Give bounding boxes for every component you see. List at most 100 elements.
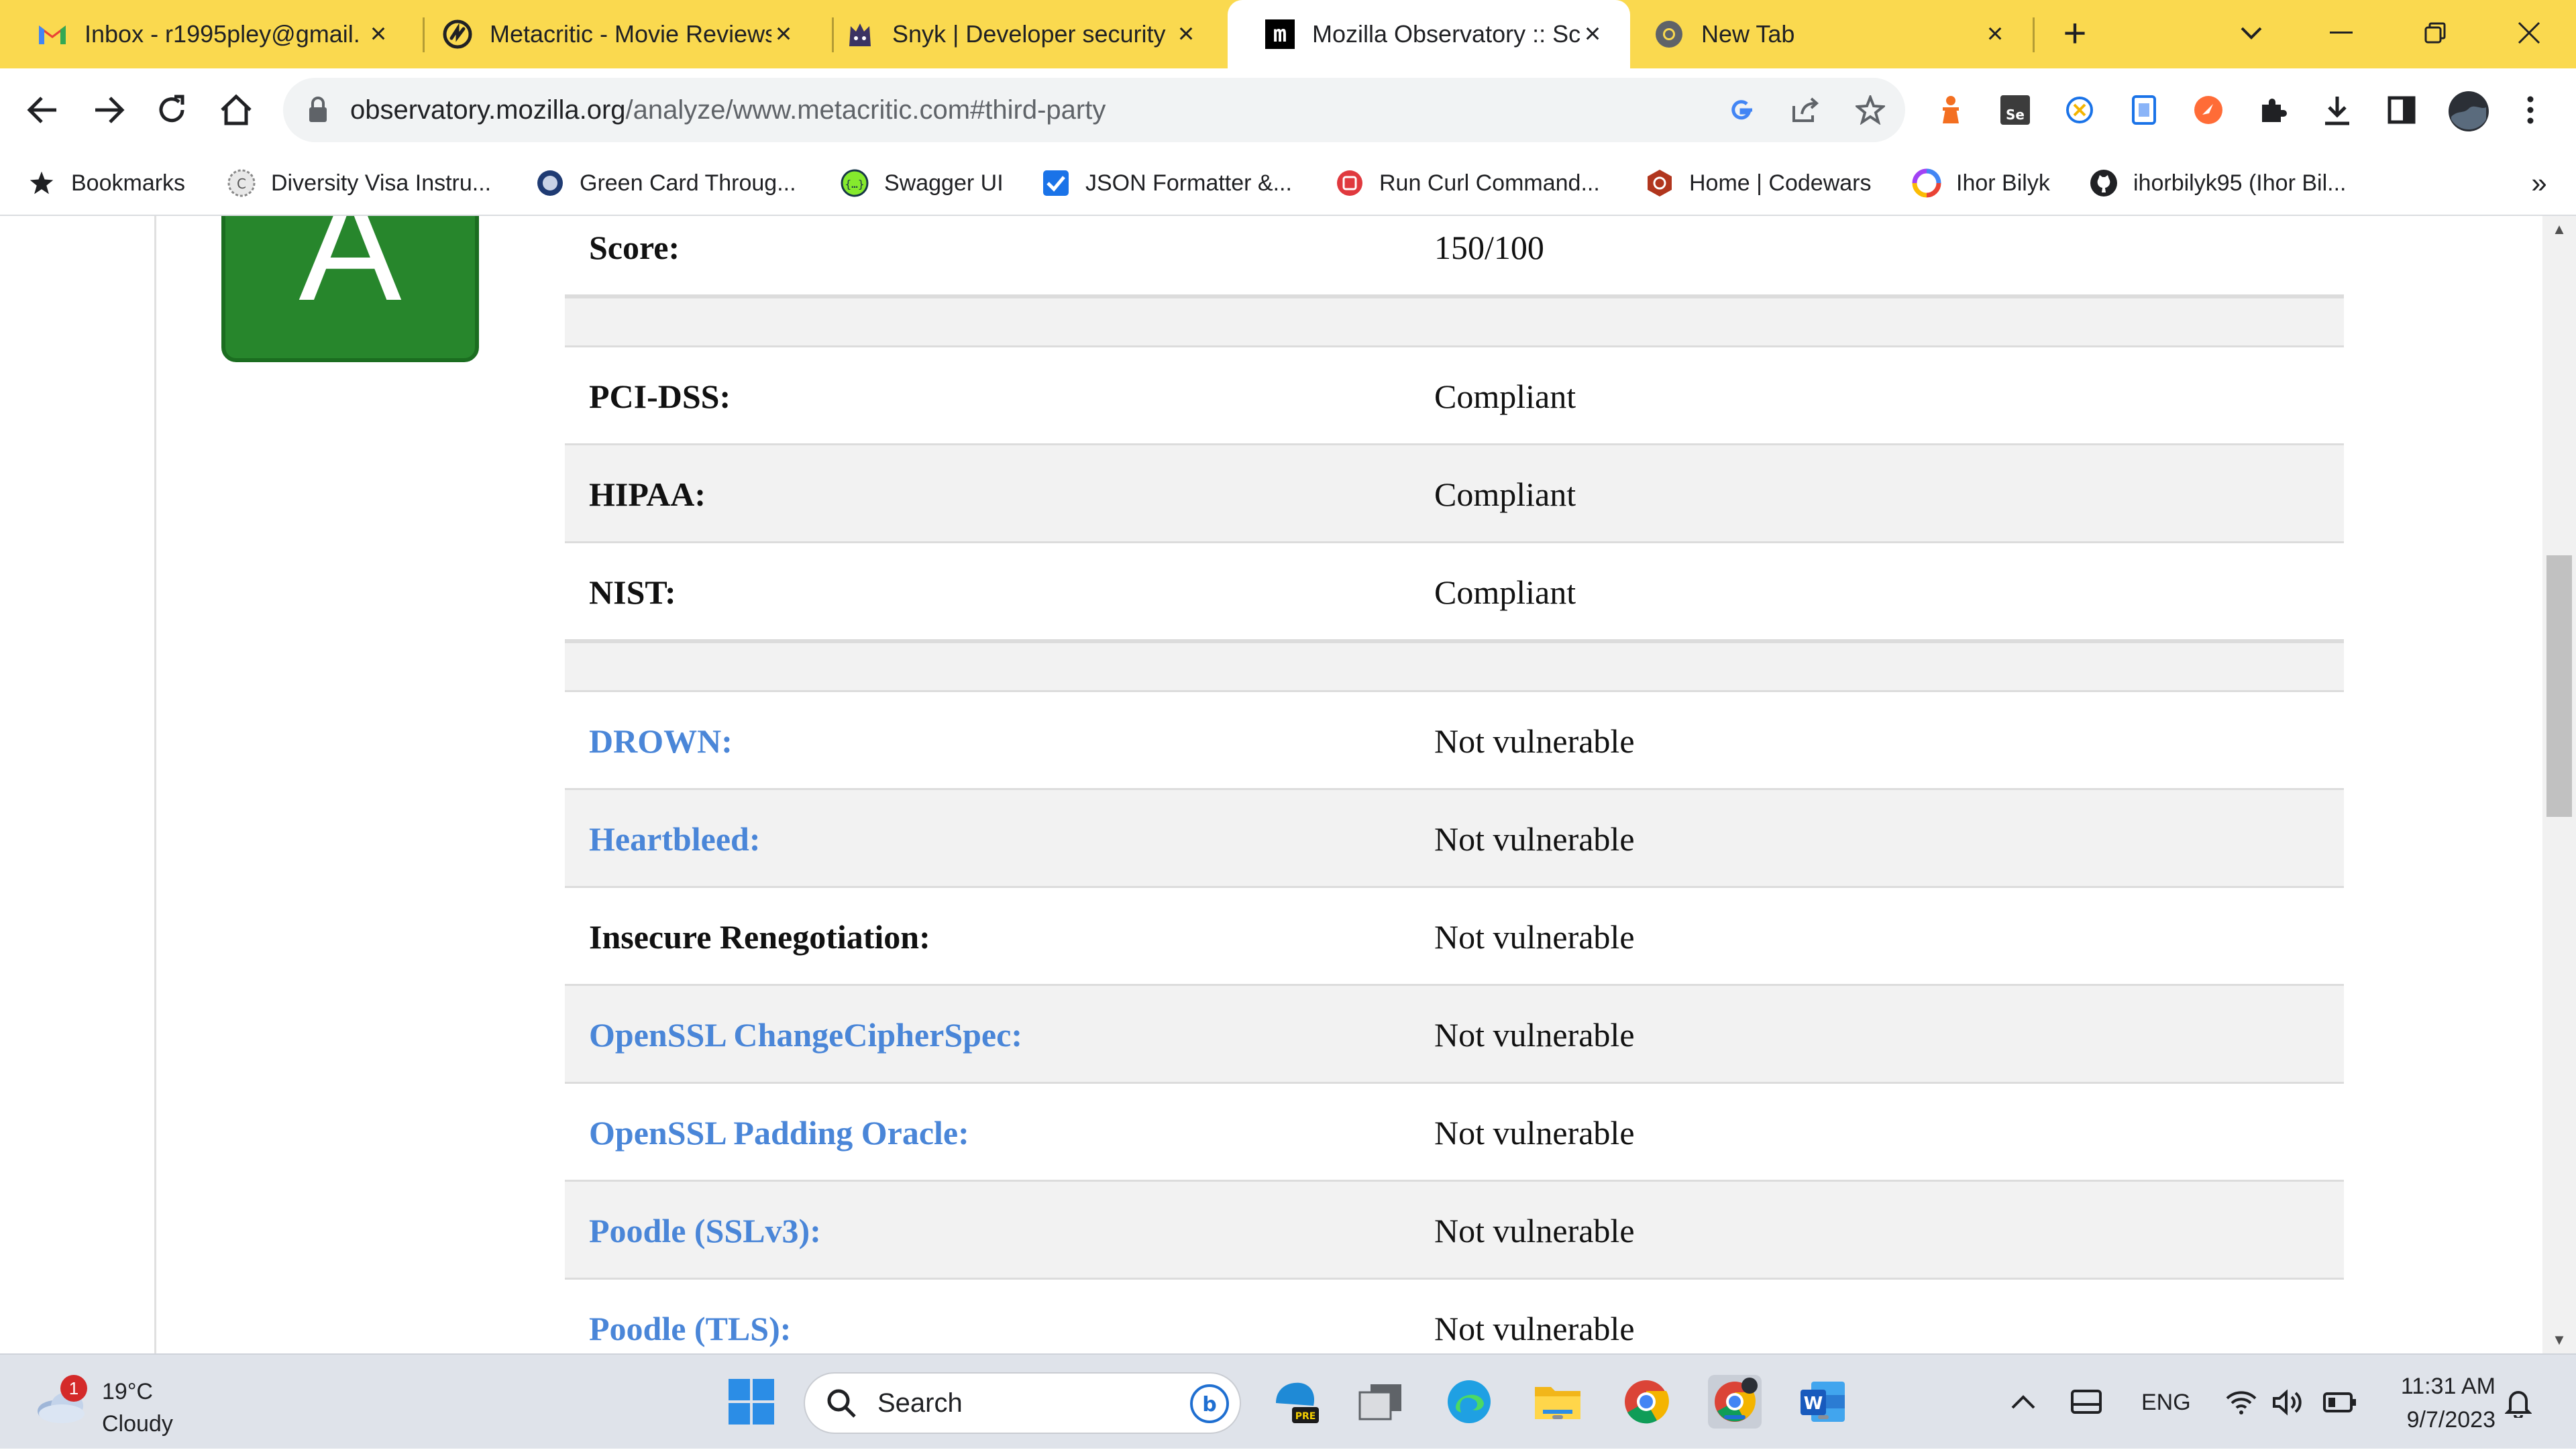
system-clock[interactable]: 11:31 AM 9/7/2023	[2375, 1370, 2496, 1437]
close-tab-icon[interactable]: ×	[1575, 16, 1610, 51]
share-icon[interactable]	[1790, 94, 1822, 126]
tab-metacritic[interactable]: Metacritic - Movie Reviews ×	[405, 0, 821, 68]
url-text[interactable]: observatory.mozilla.org/analyze/www.meta…	[350, 78, 1106, 142]
compass-extension-icon[interactable]	[2061, 91, 2098, 129]
row-value: 150/100	[1434, 229, 1544, 266]
home-button[interactable]	[212, 86, 260, 134]
task-view-app[interactable]	[1354, 1375, 1407, 1429]
close-tab-icon[interactable]: ×	[766, 16, 801, 51]
reload-button[interactable]	[148, 86, 196, 134]
restore-icon	[2424, 22, 2446, 44]
close-tab-icon[interactable]: ×	[361, 16, 396, 51]
scroll-up-icon[interactable]: ▲	[2542, 216, 2576, 243]
store-preview-app[interactable]: PRE	[1268, 1375, 1322, 1429]
side-panel-icon[interactable]	[2383, 91, 2420, 129]
weather-widget[interactable]: 1 19°C Cloudy	[35, 1367, 223, 1441]
bookmark-json-formatter[interactable]: JSON Formatter &...	[1041, 152, 1292, 215]
svg-text:C: C	[237, 176, 246, 192]
curl-icon	[1335, 168, 1364, 198]
bell-icon	[2505, 1391, 2532, 1418]
bookmark-star-icon[interactable]	[1854, 94, 1886, 126]
word-app[interactable]: W	[1796, 1375, 1850, 1429]
openssl-padding-oracle-link[interactable]: OpenSSL Padding Oracle:	[589, 1084, 969, 1182]
row-poodle-sslv3: Poodle (SSLv3): Not vulnerable	[565, 1182, 2344, 1280]
scroll-thumb[interactable]	[2546, 555, 2572, 817]
display-tray-icon[interactable]	[2070, 1355, 2102, 1450]
chess-extension-icon[interactable]	[1932, 91, 1970, 129]
row-value: Not vulnerable	[1434, 820, 1635, 858]
tab-new-tab[interactable]: New Tab ×	[1617, 0, 2033, 68]
extensions-puzzle-icon[interactable]	[2254, 91, 2292, 129]
edge-app[interactable]	[1442, 1375, 1496, 1429]
scroll-down-icon[interactable]: ▼	[2542, 1327, 2576, 1353]
reload-icon	[159, 95, 184, 123]
browser-menu-icon[interactable]	[2512, 91, 2549, 129]
mozilla-m-icon: m	[1265, 19, 1295, 49]
chrome-app[interactable]	[1619, 1375, 1673, 1429]
bookmark-bookmarks[interactable]: Bookmarks	[27, 152, 185, 215]
tab-mozilla-observatory[interactable]: m Mozilla Observatory :: Sca ×	[1228, 0, 1630, 68]
row-score: Score: 150/100	[565, 216, 2344, 296]
tab-title: Inbox - r1995pley@gmail.	[85, 20, 360, 48]
lock-icon[interactable]	[303, 95, 333, 125]
bookmark-swagger[interactable]: {…} Swagger UI	[840, 152, 1004, 215]
heartbleed-link[interactable]: Heartbleed:	[589, 790, 760, 888]
home-icon	[221, 94, 252, 125]
poodle-sslv3-link[interactable]: Poodle (SSLv3):	[589, 1182, 821, 1280]
bookmark-ihor-bilyk[interactable]: Ihor Bilyk	[1912, 152, 2050, 215]
minimize-button[interactable]	[2308, 9, 2375, 56]
profile-avatar[interactable]	[2447, 90, 2490, 133]
back-button[interactable]	[19, 86, 67, 134]
poodle-tls-link[interactable]: Poodle (TLS):	[589, 1280, 791, 1353]
bookmark-green-card[interactable]: Green Card Throug...	[535, 152, 796, 215]
language-indicator[interactable]: ENG	[2141, 1355, 2191, 1450]
new-tab-button[interactable]: +	[2054, 13, 2096, 55]
wifi-icon	[2226, 1391, 2257, 1414]
weather-temperature: 19°C	[102, 1379, 153, 1404]
tray-overflow-button[interactable]	[2010, 1355, 2037, 1450]
tab-search-button[interactable]	[2218, 9, 2285, 56]
bookmark-github[interactable]: ihorbilyk95 (Ihor Bil...	[2089, 152, 2346, 215]
tab-title: Metacritic - Movie Reviews	[490, 20, 771, 48]
bookmark-label: Home | Codewars	[1689, 170, 1872, 196]
google-translate-icon[interactable]	[1725, 94, 1758, 126]
clock-date: 9/7/2023	[2406, 1407, 2496, 1433]
bookmark-label: ihorbilyk95 (Ihor Bil...	[2133, 170, 2347, 196]
volume-tray-icon[interactable]	[2271, 1355, 2305, 1450]
row-value: Not vulnerable	[1434, 1114, 1635, 1152]
bookmark-run-curl[interactable]: Run Curl Command...	[1335, 152, 1600, 215]
drown-link[interactable]: DROWN:	[589, 692, 733, 790]
tab-snyk[interactable]: Snyk | Developer security ×	[808, 0, 1224, 68]
bookmarks-overflow-button[interactable]: »	[2522, 166, 2556, 200]
chevron-up-icon	[2011, 1395, 2035, 1409]
battery-tray-icon[interactable]	[2322, 1355, 2357, 1450]
close-tab-icon[interactable]: ×	[1169, 16, 1203, 51]
running-indicator	[1818, 1415, 1829, 1419]
openssl-ccs-link[interactable]: OpenSSL ChangeCipherSpec:	[589, 986, 1022, 1084]
selenium-icon[interactable]: Se	[1996, 91, 2034, 129]
tab-gmail[interactable]: Inbox - r1995pley@gmail. ×	[0, 0, 416, 68]
content-left-border	[154, 216, 156, 1353]
download-icon[interactable]	[2318, 91, 2356, 129]
chrome-profile-app[interactable]	[1708, 1375, 1762, 1429]
chevron-down-icon	[2241, 27, 2262, 40]
forward-button[interactable]	[85, 86, 133, 134]
close-tab-icon[interactable]: ×	[1978, 16, 2012, 51]
row-pci-dss: PCI-DSS: Compliant	[565, 347, 2344, 445]
postman-extension-icon[interactable]	[2190, 91, 2227, 129]
notifications-button[interactable]	[2505, 1355, 2532, 1450]
page-scrollbar[interactable]: ▲ ▼	[2542, 216, 2576, 1353]
bookmark-diversity-visa[interactable]: C Diversity Visa Instru...	[227, 152, 491, 215]
search-icon	[827, 1389, 856, 1418]
bookmark-codewars[interactable]: Home | Codewars	[1645, 152, 1872, 215]
address-bar[interactable]: observatory.mozilla.org/analyze/www.meta…	[283, 78, 1905, 142]
close-window-button[interactable]	[2496, 9, 2563, 56]
file-explorer-app[interactable]	[1531, 1375, 1585, 1429]
taskbar-search[interactable]: Search b	[804, 1372, 1241, 1434]
tab-strip: Inbox - r1995pley@gmail. × Metacritic - …	[0, 0, 2576, 68]
restore-button[interactable]	[2402, 9, 2469, 56]
start-button[interactable]	[724, 1375, 778, 1429]
clipboard-extension-icon[interactable]	[2125, 91, 2163, 129]
network-tray-icon[interactable]	[2224, 1355, 2258, 1450]
row-value: Compliant	[1434, 378, 1576, 415]
